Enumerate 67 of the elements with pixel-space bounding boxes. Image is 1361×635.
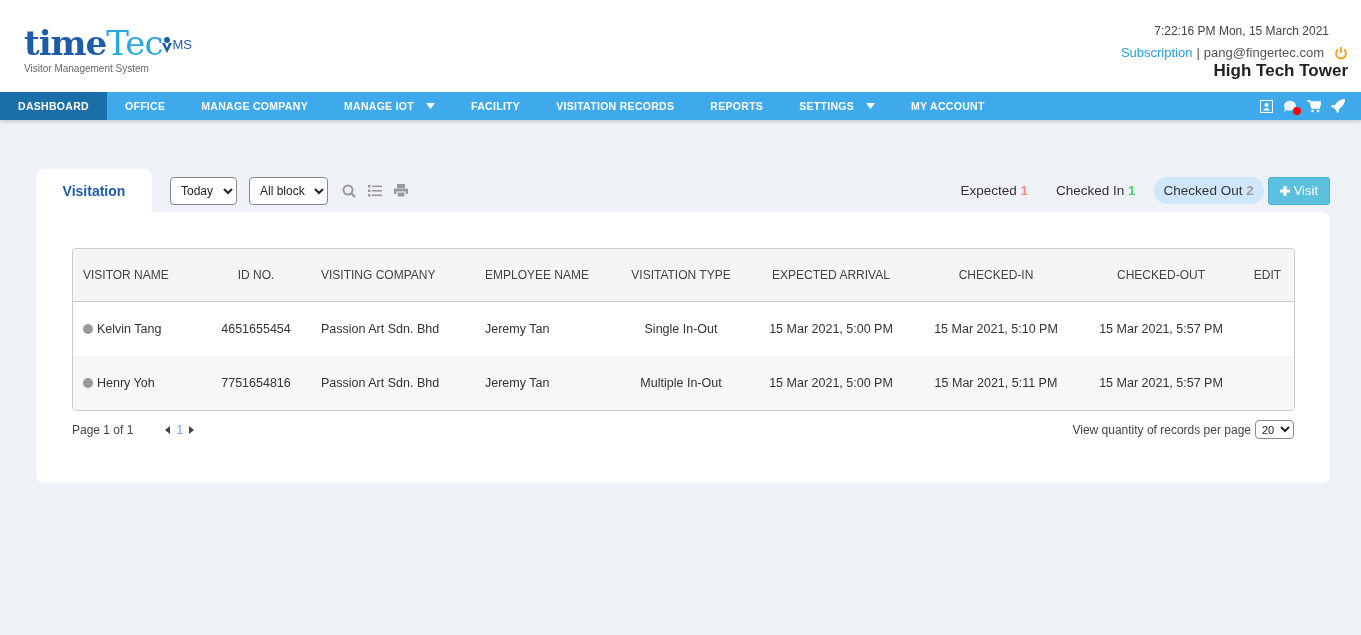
- nav-tab[interactable]: REPORTS: [692, 92, 782, 120]
- table-cell: Kelvin Tang: [97, 321, 162, 336]
- column-header: ID NO.: [201, 249, 311, 302]
- rocket-icon[interactable]: [1331, 99, 1345, 113]
- list-icon[interactable]: [368, 184, 382, 197]
- next-page-icon[interactable]: [189, 425, 195, 434]
- date-filter-dropdown[interactable]: Today: [170, 176, 237, 205]
- table-cell: 15 Mar 2021, 5:00 PM: [769, 376, 893, 390]
- column-header: VISITOR NAME: [73, 249, 201, 302]
- nav-tab[interactable]: FACILITY: [453, 92, 539, 120]
- table-cell: Passion Art Sdn. Bhd: [321, 376, 440, 390]
- logo-tagline: Visitor Management System: [24, 63, 150, 74]
- search-icon[interactable]: [342, 183, 356, 198]
- nav-tab[interactable]: OFFICE: [106, 92, 184, 120]
- status-filter[interactable]: Checked Out 2: [1153, 177, 1264, 204]
- add-visit-button[interactable]: Visit: [1267, 176, 1330, 205]
- page-info: Page 1 of 1: [72, 422, 134, 437]
- per-page-label: View quantity of records per page: [1072, 422, 1251, 437]
- visitation-tab[interactable]: Visitation: [36, 169, 152, 212]
- column-header: EXPECTED ARRIVAL: [751, 249, 911, 302]
- unread-dot: [1293, 107, 1301, 115]
- subscription-link[interactable]: Subscription: [1120, 45, 1193, 60]
- table-cell: 4651655454: [221, 322, 291, 336]
- table-cell: 15 Mar 2021, 5:10 PM: [934, 322, 1058, 336]
- column-header: EMPLOYEE NAME: [475, 249, 611, 302]
- nav-tab[interactable]: MY ACCOUNT: [893, 92, 1003, 120]
- table-cell: 15 Mar 2021, 5:00 PM: [769, 322, 893, 336]
- logo-badge-text: MS: [172, 36, 192, 54]
- column-header: EDIT: [1241, 249, 1294, 302]
- column-header: VISITATION TYPE: [611, 249, 751, 302]
- person-icon: [162, 37, 173, 53]
- table-cell: Jeremy Tan: [485, 322, 550, 336]
- separator-text: |: [1196, 45, 1200, 60]
- table-cell: Single In-Out: [644, 322, 718, 336]
- print-icon[interactable]: [394, 184, 408, 197]
- column-header: CHECKED-IN: [911, 249, 1081, 302]
- table-cell: Jeremy Tan: [485, 376, 550, 390]
- nav-tab[interactable]: MANAGE COMPANY: [183, 92, 326, 120]
- table-cell: Henry Yoh: [97, 375, 155, 390]
- column-header: VISITING COMPANY: [311, 249, 475, 302]
- nav-tab[interactable]: DASHBOARD: [0, 92, 107, 120]
- date-time: 7:22:16 PM Mon, 15 March 2021: [1154, 24, 1329, 38]
- nav-tab[interactable]: VISITATION RECORDS: [538, 92, 693, 120]
- status-filter[interactable]: Expected 1: [950, 177, 1039, 204]
- table-cell: 15 Mar 2021, 5:57 PM: [1099, 376, 1223, 390]
- previous-page-icon[interactable]: [165, 425, 171, 434]
- building-name: High Tech Tower: [1213, 61, 1348, 81]
- power-icon[interactable]: [1334, 45, 1348, 60]
- status-filter[interactable]: Checked In 1: [1046, 177, 1146, 204]
- nav-tab[interactable]: SETTINGS: [781, 92, 894, 120]
- chat-icon: [1283, 100, 1297, 112]
- per-page-dropdown[interactable]: 20: [1255, 420, 1294, 439]
- table-cell: 7751654816: [221, 376, 291, 390]
- cart-icon[interactable]: [1307, 99, 1321, 113]
- contact-card-icon[interactable]: [1260, 99, 1273, 113]
- table-cell: 15 Mar 2021, 5:11 PM: [934, 376, 1058, 390]
- nav-tab[interactable]: MANAGE IOT: [325, 92, 454, 120]
- page-link[interactable]: 1: [176, 422, 184, 437]
- table-cell: Multiple In-Out: [640, 376, 722, 390]
- user-email: pang@fingertec.com: [1203, 45, 1324, 60]
- logo-text: time: [24, 26, 107, 60]
- table-cell: 15 Mar 2021, 5:57 PM: [1099, 322, 1223, 336]
- table-cell: Passion Art Sdn. Bhd: [321, 322, 440, 336]
- block-filter-dropdown[interactable]: All block: [249, 176, 328, 205]
- column-header: CHECKED-OUT: [1081, 249, 1241, 302]
- logo-text: Tec: [106, 26, 163, 60]
- plus-icon: [1279, 185, 1290, 196]
